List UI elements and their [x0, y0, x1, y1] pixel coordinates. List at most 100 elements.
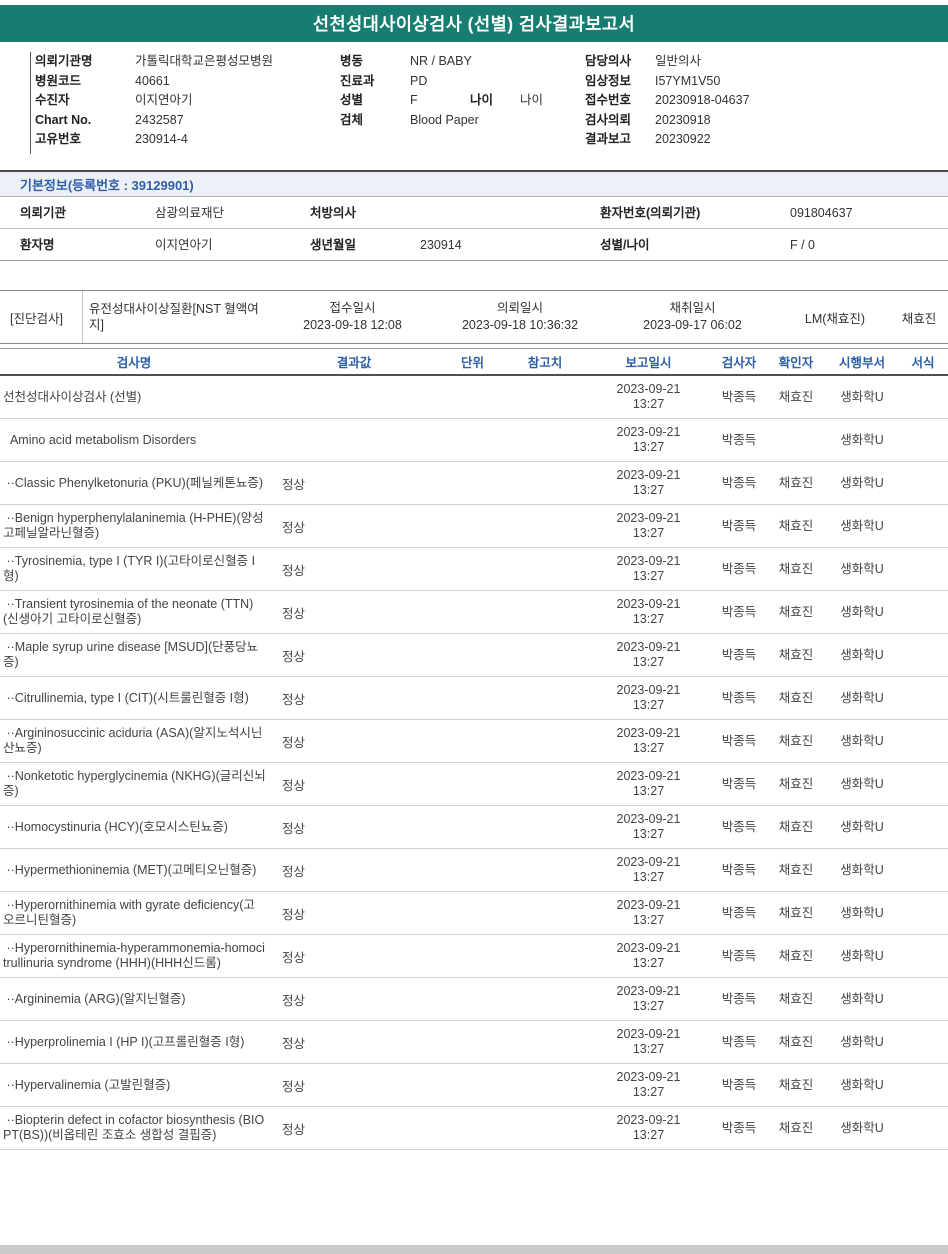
report-time: 13:27	[632, 569, 665, 583]
info-field: 병원코드 40661	[35, 72, 273, 92]
patient-header: 의뢰기관명 가톨릭대학교은평성모병원 병원코드 40661 수진자 이지연아기 Cha…	[0, 50, 948, 162]
result-value: 정상	[282, 1036, 306, 1051]
report-datetime: 2023-09-21 13:27	[585, 511, 712, 541]
report-time: 13:27	[632, 870, 665, 884]
test-name: ··Maple syrup urine disease [MSUD](단풍당뇨증…	[3, 640, 259, 669]
test-name: ··Hyperornithinemia with gyrate deficien…	[3, 898, 255, 927]
basic-info-header: 기본정보(등록번호 : 39129901)	[0, 170, 948, 197]
result-row: ··Benign hyperphenylalaninemia (H-PHE)(양…	[0, 505, 948, 548]
report-date: 2023-09-21	[616, 769, 681, 783]
request-label: 의뢰일시	[496, 301, 543, 315]
report-date: 2023-09-21	[616, 855, 681, 869]
department: 생화학U	[840, 948, 884, 963]
field-value: PD	[410, 73, 428, 88]
report-date: 2023-09-21	[616, 1027, 681, 1041]
test-name: ··Hypervalinemia (고발린혈증)	[3, 1077, 171, 1092]
basic-info-title: 기본정보(등록번호 : 39129901)	[20, 178, 194, 193]
field-value: 091804637	[790, 206, 853, 220]
department: 생화학U	[840, 991, 884, 1006]
confirmer: 채효진	[778, 690, 814, 705]
department: 생화학U	[840, 647, 884, 662]
field-value: 230914-4	[135, 132, 188, 146]
report-datetime: 2023-09-21 13:27	[585, 554, 712, 584]
result-row: ··Hyperprolinemia I (HP I)(고프롤린혈증 I형) 정상…	[0, 1021, 948, 1064]
test-name: ··Tyrosinemia, type I (TYR I)(고타이로신혈증 I형…	[3, 554, 256, 583]
department: 생화학U	[840, 1120, 884, 1135]
test-name: ··Classic Phenylketonuria (PKU)(페닐케톤뇨증)	[3, 475, 264, 490]
result-value: 정상	[282, 606, 306, 621]
report-date: 2023-09-21	[616, 683, 681, 697]
report-date: 2023-09-21	[616, 812, 681, 826]
report-date: 2023-09-21	[616, 597, 681, 611]
test-name: Amino acid metabolism Disorders	[3, 432, 197, 447]
confirmer: 채효진	[778, 561, 814, 576]
department: 생화학U	[840, 518, 884, 533]
results-table-header: 검사명 결과값 단위 참고치 보고일시 검사자 확인자 시행부서 서식	[0, 348, 948, 376]
report-time: 13:27	[632, 1128, 665, 1142]
results-table-body: 선천성대사이상검사 (선별) 2023-09-21 13:27 박종득 채효진 …	[0, 376, 948, 1150]
patient-header-col1: 의뢰기관명 가톨릭대학교은평성모병원 병원코드 40661 수진자 이지연아기 Cha…	[35, 52, 273, 150]
field-label: 처방의사	[310, 206, 357, 220]
test-name: ··Biopterin defect in cofactor biosynthe…	[3, 1113, 265, 1142]
report-datetime: 2023-09-21 13:27	[585, 855, 712, 885]
confirmer: 채효진	[778, 518, 814, 533]
report-date: 2023-09-21	[616, 640, 681, 654]
info-field: 진료과 PD	[340, 72, 543, 92]
field-label: 의뢰기관	[20, 206, 67, 220]
basic-info-row-2: 환자명 이지연아기 생년월일 230914 성별/나이 F / 0	[0, 229, 948, 261]
report-datetime: 2023-09-21 13:27	[585, 1070, 712, 1100]
collection-value: 2023-09-17 06:02	[643, 318, 742, 332]
report-time: 13:27	[632, 913, 665, 927]
field-value: Blood Paper	[410, 112, 479, 127]
department: 생화학U	[840, 432, 884, 447]
field-label: 나이	[470, 93, 494, 107]
department: 생화학U	[840, 604, 884, 619]
request-datetime: 의뢰일시 2023-09-18 10:36:32	[435, 300, 605, 334]
tester: 박종득	[721, 690, 757, 705]
confirmer: 채효진	[778, 389, 814, 404]
column-header: 서식	[911, 356, 935, 370]
field-label: 수진자	[35, 93, 70, 107]
result-row: ··Citrullinemia, type I (CIT)(시트룰린혈증 I형)…	[0, 677, 948, 720]
field-value: 40661	[135, 73, 170, 88]
field-value: F / 0	[790, 238, 816, 252]
patient-header-col2: 병동 NR / BABY 진료과 PD 성별 F 나이 나이 검체 Blood Paper	[340, 52, 543, 130]
tester: 박종득	[721, 991, 757, 1006]
report-date: 2023-09-21	[616, 726, 681, 740]
report-time: 13:27	[632, 612, 665, 626]
test-name: ··Hyperprolinemia I (HP I)(고프롤린혈증 I형)	[3, 1034, 245, 1049]
diagnosis-tag: [진단검사]	[0, 291, 83, 343]
column-header: 결과값	[336, 356, 372, 370]
report-time: 13:27	[632, 655, 665, 669]
field-value: 나이	[520, 93, 544, 107]
result-row: ··Homocystinuria (HCY)(호모시스틴뇨증) 정상 2023-…	[0, 806, 948, 849]
tester: 박종득	[721, 862, 757, 877]
result-row: ··Maple syrup urine disease [MSUD](단풍당뇨증…	[0, 634, 948, 677]
basic-info-row-1: 의뢰기관 삼광의료재단 처방의사 환자번호(의뢰기관) 091804637	[0, 197, 948, 229]
department: 생화학U	[840, 862, 884, 877]
department: 생화학U	[840, 733, 884, 748]
info-field: 검체 Blood Paper	[340, 111, 543, 131]
result-row: ··Argininosuccinic aciduria (ASA)(알지노석시닌…	[0, 720, 948, 763]
department: 생화학U	[840, 389, 884, 404]
tester: 박종득	[721, 1120, 757, 1135]
tester: 박종득	[721, 819, 757, 834]
result-value: 정상	[282, 735, 306, 750]
result-value: 정상	[282, 1122, 306, 1137]
column-header: 참고치	[527, 356, 563, 370]
info-field-sex-age: 성별 F 나이 나이	[340, 91, 543, 111]
result-row: ··Argininemia (ARG)(알지닌혈증) 정상 2023-09-21…	[0, 978, 948, 1021]
result-row: ··Classic Phenylketonuria (PKU)(페닐케톤뇨증) …	[0, 462, 948, 505]
tester: 박종득	[721, 733, 757, 748]
tester: 박종득	[721, 561, 757, 576]
collection-datetime: 채취일시 2023-09-17 06:02	[605, 300, 780, 334]
report-datetime: 2023-09-21 13:27	[585, 468, 712, 498]
field-value: 이지연아기	[155, 238, 213, 252]
report-time: 13:27	[632, 483, 665, 497]
diagnosis-row: [진단검사] 유전성대사이상질환[NST 혈액여지] 접수일시 2023-09-…	[0, 290, 948, 344]
report-title: 선천성대사이상검사 (선별) 검사결과보고서	[312, 14, 636, 34]
result-value: 정상	[282, 649, 306, 664]
field-label: 병동	[340, 54, 364, 68]
report-date: 2023-09-21	[616, 511, 681, 525]
